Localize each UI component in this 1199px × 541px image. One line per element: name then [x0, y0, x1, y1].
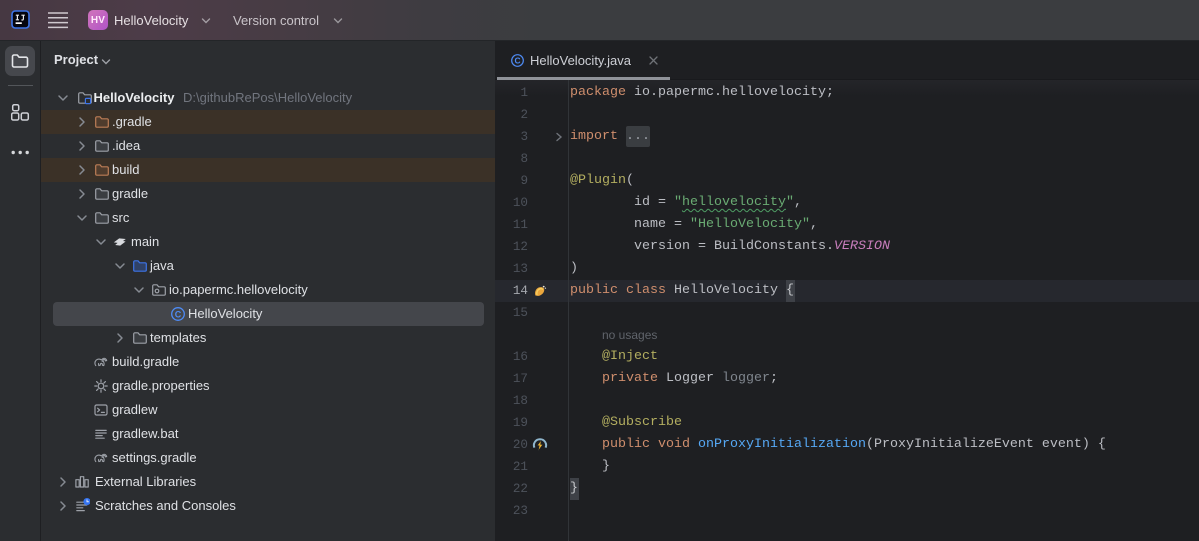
- svg-text:C: C: [514, 56, 520, 66]
